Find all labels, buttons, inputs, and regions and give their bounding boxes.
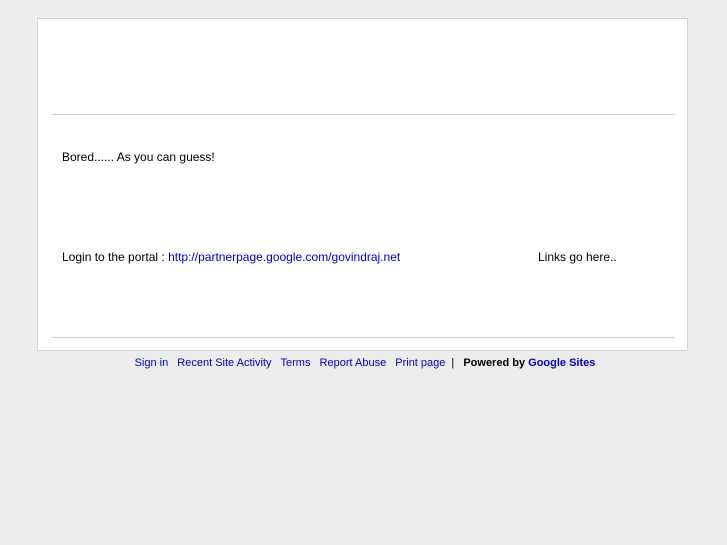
- site-page-panel: Bored...... As you can guess! Login to t…: [37, 18, 688, 351]
- footer-divider: [52, 337, 675, 338]
- login-prefix: Login to the portal :: [62, 250, 169, 264]
- recent-site-activity-link[interactable]: Recent Site Activity: [177, 357, 271, 369]
- footer-separator: |: [451, 357, 455, 369]
- report-abuse-link[interactable]: Report Abuse: [320, 357, 387, 369]
- site-header: [52, 19, 675, 114]
- google-sites-link[interactable]: Google Sites: [528, 357, 595, 369]
- powered-by-label: Powered by: [463, 357, 526, 369]
- intro-text: Bored...... As you can guess!: [62, 150, 215, 164]
- login-line: Login to the portal : http://partnerpage…: [62, 250, 400, 264]
- portal-link[interactable]: http://partnerpage.google.com/govindraj.…: [168, 250, 400, 264]
- site-footer: Sign in Recent Site Activity Terms Repor…: [0, 357, 727, 370]
- terms-link[interactable]: Terms: [281, 357, 311, 369]
- sign-in-link[interactable]: Sign in: [135, 357, 169, 369]
- print-page-link[interactable]: Print page: [395, 357, 445, 369]
- header-divider: [52, 114, 675, 115]
- links-sidebar-text: Links go here..: [538, 250, 617, 264]
